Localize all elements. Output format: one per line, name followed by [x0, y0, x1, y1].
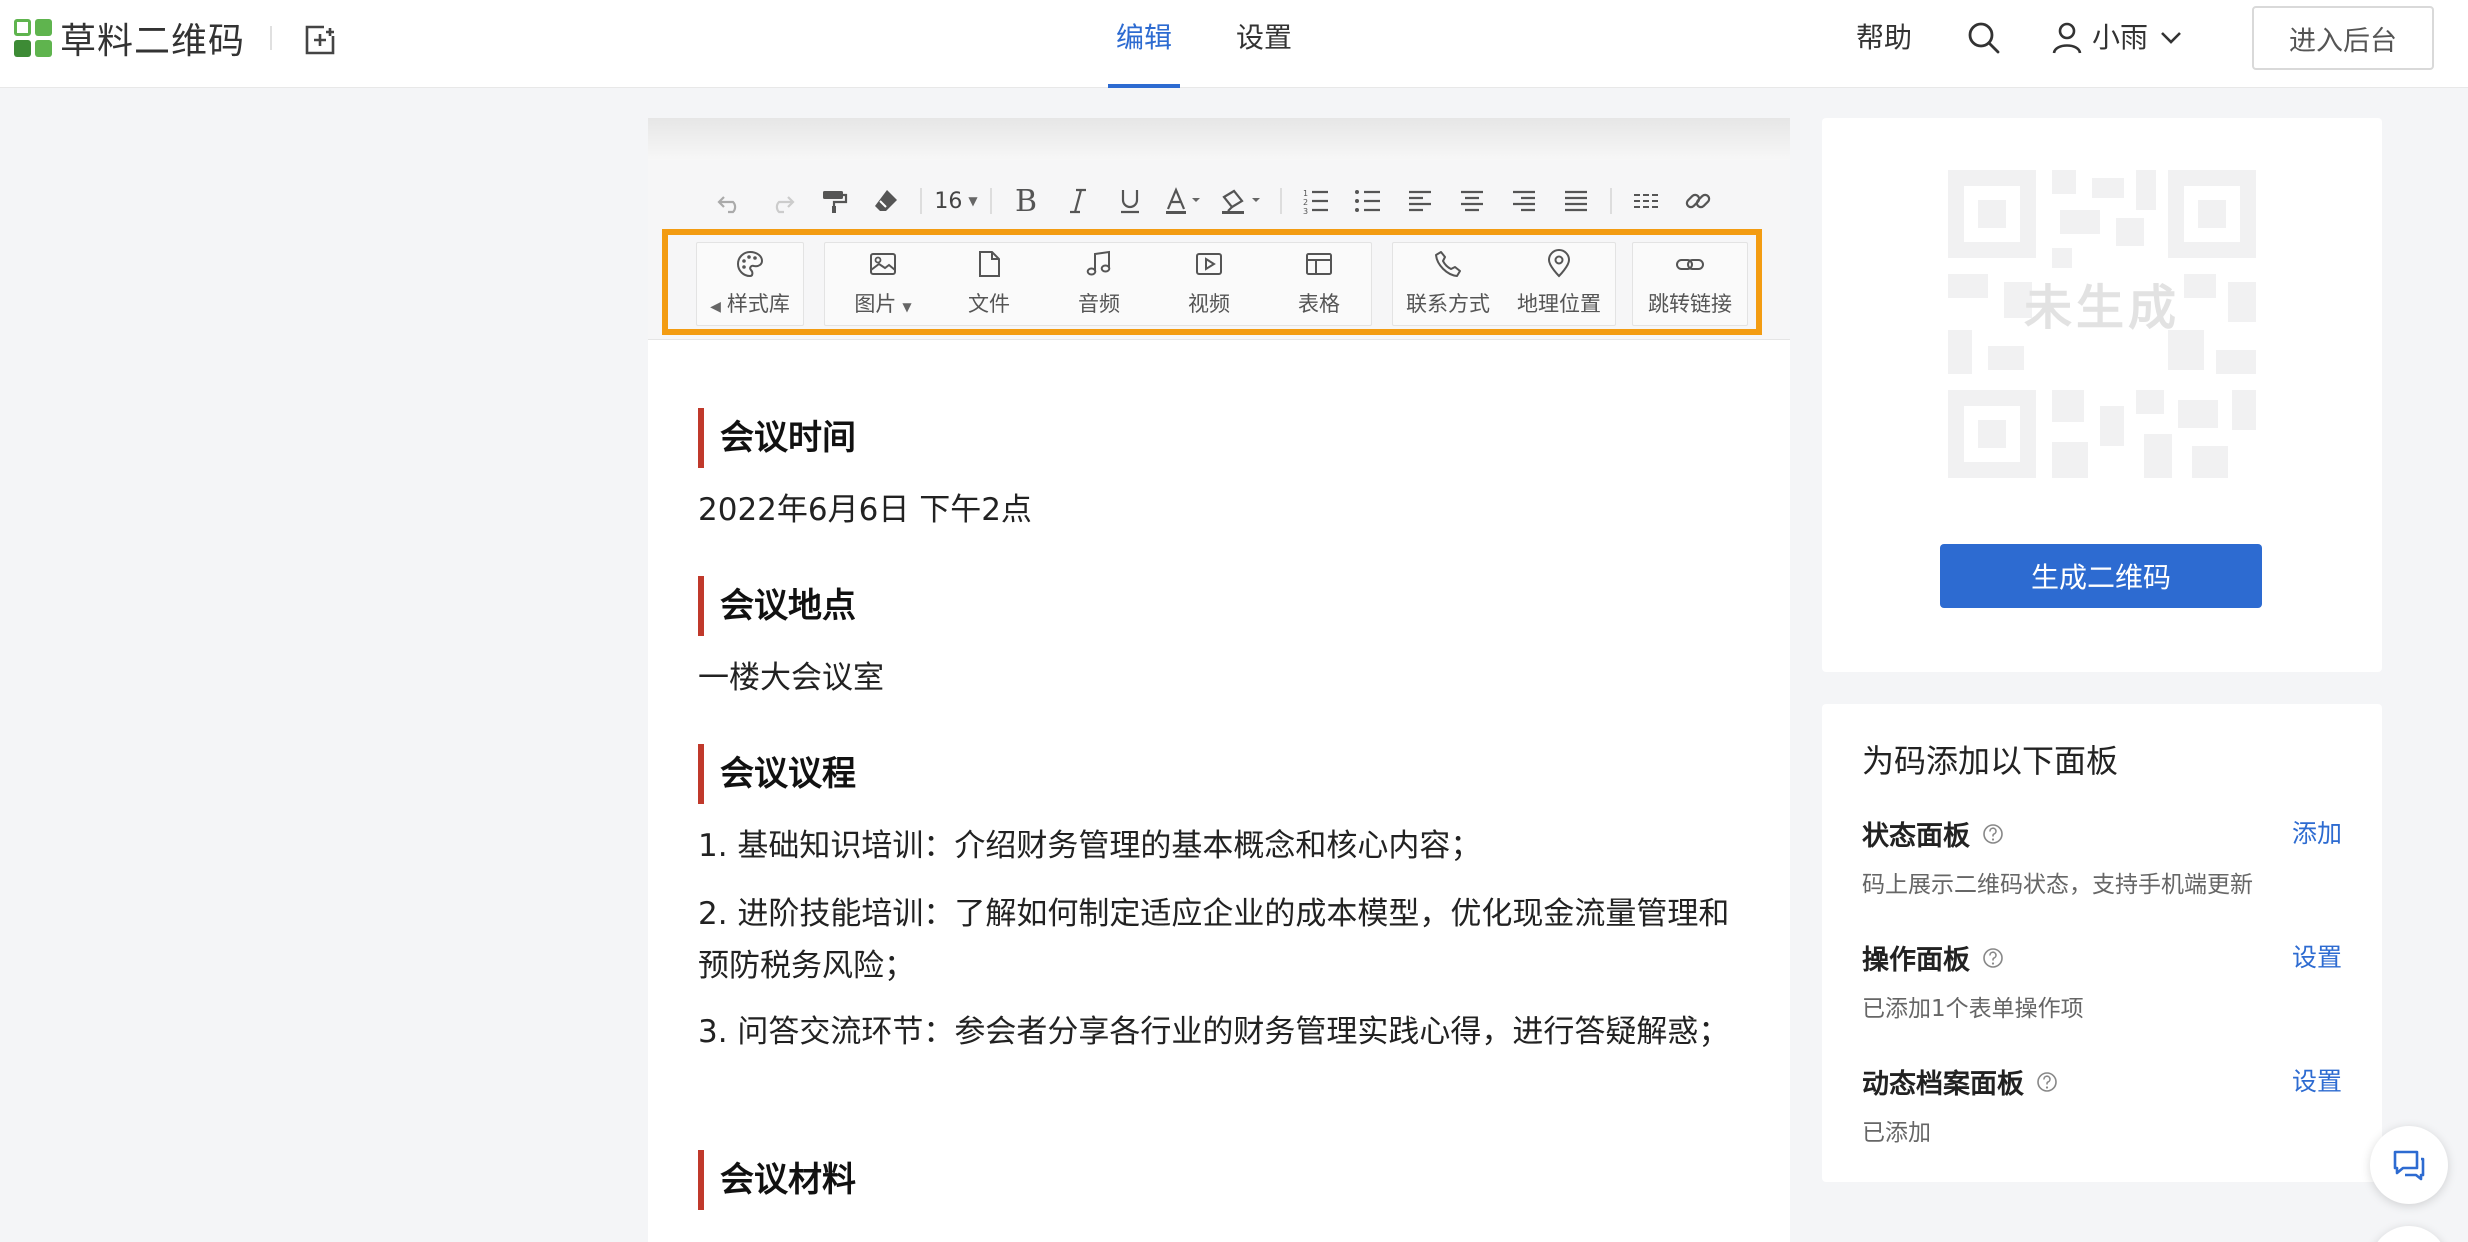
qr-preview-card: 未生成 生成二维码 — [1822, 118, 2382, 672]
bold-button[interactable]: B — [1000, 180, 1052, 222]
panel-name: 状态面板 — [1862, 821, 1970, 852]
section-heading: 会议议程 — [698, 744, 856, 804]
top-bar: 草料二维码 编辑 设置 帮助 小雨 进入后台 — [0, 0, 2468, 88]
undo-icon[interactable] — [704, 180, 756, 222]
svg-text:1: 1 — [1303, 189, 1308, 198]
font-size-select[interactable]: 16 ▼ — [930, 180, 982, 222]
panels-title: 为码添加以下面板 — [1862, 742, 2119, 780]
user-name: 小雨 — [2092, 21, 2149, 54]
horizontal-rule-icon[interactable] — [1620, 180, 1672, 222]
paragraph: 2022年6月6日 下午2点 — [698, 492, 1032, 528]
panel-row-operation: 操作面板 已添加1个表单操作项 设置 — [1862, 938, 2342, 1023]
help-circle-icon[interactable] — [2036, 1071, 2058, 1093]
paragraph: 1. 基础知识培训：介绍财务管理的基本概念和核心内容； — [698, 828, 1482, 864]
toolbar-separator — [1610, 188, 1612, 214]
help-circle-icon[interactable] — [1982, 823, 2004, 845]
toolbar-separator — [990, 188, 992, 214]
font-size-value: 16 — [934, 188, 963, 214]
insert-toolbar-highlight — [662, 229, 1762, 335]
align-left-icon[interactable] — [1394, 180, 1446, 222]
section-heading: 会议时间 — [698, 408, 856, 468]
qr-status-overlay: 未生成 — [2023, 280, 2180, 336]
editor-panel: 16 ▼ B 123 ◀ 样式库 图片 ▼ 文件 音频 视频 表格 联系方式 地… — [648, 118, 1790, 1242]
panel-name: 动态档案面板 — [1862, 1069, 2024, 1100]
generate-qr-button[interactable]: 生成二维码 — [1940, 544, 2262, 608]
floating-action-button[interactable] — [2370, 1226, 2448, 1242]
italic-icon[interactable] — [1052, 180, 1104, 222]
editor-top-shadow — [648, 118, 1790, 160]
ordered-list-icon[interactable]: 123 — [1290, 180, 1342, 222]
format-toolbar-row: 16 ▼ B 123 — [704, 180, 1724, 222]
panel-row-status: 状态面板 码上展示二维码状态，支持手机端更新 添加 — [1862, 814, 2342, 899]
paragraph: 2. 进阶技能培训：了解如何制定适应企业的成本模型，优化现金流量管理和预防税务风… — [698, 896, 1730, 984]
svg-text:3: 3 — [1303, 207, 1308, 215]
help-link[interactable]: 帮助 — [1856, 18, 1912, 58]
font-color-icon[interactable] — [1156, 180, 1212, 222]
qr-logo-icon — [14, 19, 52, 57]
section-heading: 会议地点 — [698, 576, 856, 636]
link-icon[interactable] — [1672, 180, 1724, 222]
panels-card: 为码添加以下面板 状态面板 码上展示二维码状态，支持手机端更新 添加 操作面板 … — [1822, 704, 2382, 1182]
align-center-icon[interactable] — [1446, 180, 1498, 222]
enter-backend-button[interactable]: 进入后台 — [2252, 6, 2434, 70]
chevron-down-icon — [2161, 32, 2181, 44]
user-menu[interactable]: 小雨 — [2052, 18, 2192, 58]
paragraph: 一楼大会议室 — [698, 660, 884, 696]
panel-name: 操作面板 — [1862, 945, 1970, 976]
set-operation-panel-link[interactable]: 设置 — [2292, 938, 2342, 974]
app-logo[interactable]: 草料二维码 — [14, 18, 245, 62]
svg-text:2: 2 — [1303, 198, 1308, 207]
tab-edit[interactable]: 编辑 — [1107, 18, 1181, 88]
header-divider — [270, 26, 272, 50]
paragraph: 3. 问答交流环节：参会者分享各行业的财务管理实践心得，进行答疑解惑； — [698, 1014, 1730, 1050]
app-name: 草料二维码 — [60, 21, 246, 62]
toolbar-separator — [1280, 188, 1282, 214]
toolbar-separator — [920, 188, 922, 214]
panel-description: 已添加 — [1862, 1120, 1931, 1146]
panel-description: 码上展示二维码状态，支持手机端更新 — [1862, 872, 2253, 898]
search-icon[interactable] — [1966, 20, 2002, 56]
caret-down-icon: ▼ — [968, 194, 978, 208]
chat-icon — [2393, 1150, 2425, 1181]
chat-support-button[interactable] — [2370, 1126, 2448, 1204]
bold-icon: B — [1014, 183, 1038, 219]
new-document-icon[interactable] — [302, 22, 338, 58]
align-justify-icon[interactable] — [1550, 180, 1602, 222]
underline-icon[interactable] — [1104, 180, 1156, 222]
align-right-icon[interactable] — [1498, 180, 1550, 222]
highlight-color-icon[interactable] — [1212, 180, 1272, 222]
section-heading: 会议材料 — [698, 1150, 856, 1210]
add-status-panel-link[interactable]: 添加 — [2292, 814, 2342, 850]
format-painter-icon[interactable] — [808, 180, 860, 222]
tab-settings[interactable]: 设置 — [1236, 18, 1292, 88]
panel-row-dynamic-archive: 动态档案面板 已添加 设置 — [1862, 1062, 2342, 1147]
redo-icon[interactable] — [756, 180, 808, 222]
user-icon — [2052, 22, 2082, 54]
set-dynamic-archive-panel-link[interactable]: 设置 — [2292, 1062, 2342, 1098]
panel-description: 已添加1个表单操作项 — [1862, 996, 2084, 1022]
help-circle-icon[interactable] — [1982, 947, 2004, 969]
bullet-list-icon[interactable] — [1342, 180, 1394, 222]
eraser-icon[interactable] — [860, 180, 912, 222]
